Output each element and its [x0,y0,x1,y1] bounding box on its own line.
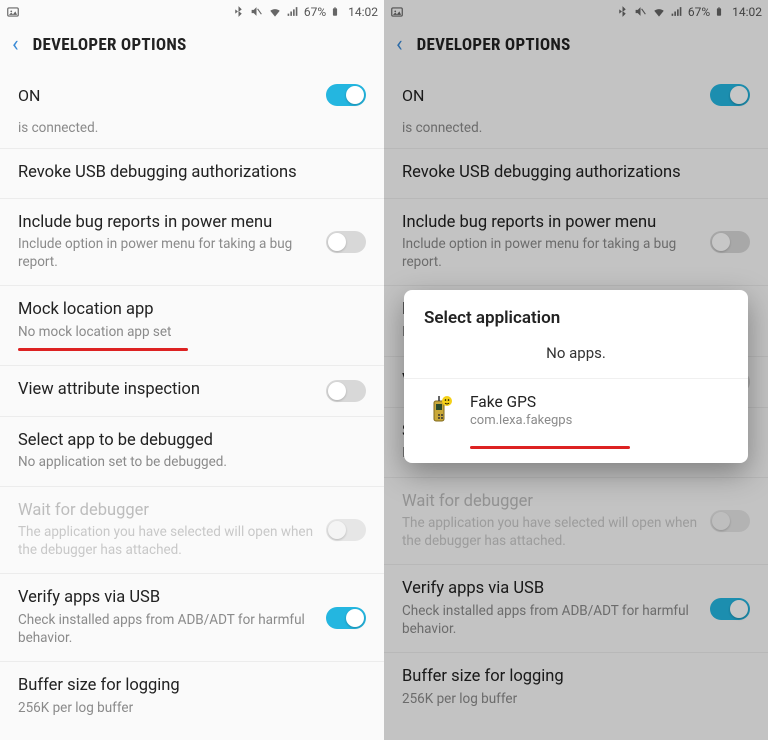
annotation-underline [18,348,188,351]
toggle-verify-usb[interactable] [326,607,366,629]
toggle-wait-debugger [326,519,366,541]
wifi-icon [268,5,282,19]
settings-list: Revoke USB debugging authorizations Incl… [0,149,384,731]
status-bar: 67% 14:02 [0,0,384,24]
screenshot-right: 67% 14:02 ‹ DEVELOPER OPTIONS ON is conn… [384,0,768,740]
battery-percent: 67% [304,5,326,19]
toggle-bugreport[interactable] [326,231,366,253]
row-revoke-usb-auth[interactable]: Revoke USB debugging authorizations [0,149,384,199]
master-toggle-label: ON [18,86,40,105]
dialog-app-name: Fake GPS [470,393,728,411]
annotation-underline [470,446,630,449]
row-bugreport-powermenu[interactable]: Include bug reports in power menu Includ… [0,199,384,287]
title-bar: ‹ DEVELOPER OPTIONS [0,24,384,66]
master-toggle[interactable] [326,84,366,106]
row-verify-apps-usb[interactable]: Verify apps via USB Check installed apps… [0,574,384,662]
row-select-debug-app[interactable]: Select app to be debugged No application… [0,417,384,487]
image-icon [6,5,20,19]
row-mock-location-app[interactable]: Mock location app No mock location app s… [0,286,384,365]
select-application-dialog: Select application No apps. Fake GPS com… [404,290,748,463]
signal-icon [286,5,300,19]
row-buffer-size[interactable]: Buffer size for logging 256K per log buf… [0,662,384,731]
clock-time: 14:02 [348,5,378,19]
dialog-no-apps: No apps. [404,332,748,378]
battery-icon [330,5,344,19]
back-icon[interactable]: ‹ [12,34,19,56]
dialog-app-package: com.lexa.fakegps [470,413,728,428]
mute-icon [250,5,264,19]
row-wait-for-debugger: Wait for debugger The application you ha… [0,487,384,575]
truncated-subtitle: is connected. [0,120,384,149]
row-view-attribute-inspection[interactable]: View attribute inspection [0,366,384,417]
bluetooth-icon [232,5,246,19]
app-icon-fakegps [424,395,456,427]
page-title: DEVELOPER OPTIONS [33,35,187,55]
master-toggle-row[interactable]: ON [0,66,384,120]
dialog-title: Select application [404,290,748,332]
dialog-app-item[interactable]: Fake GPS com.lexa.fakegps [404,378,748,442]
screenshot-left: 67% 14:02 ‹ DEVELOPER OPTIONS ON is conn… [0,0,384,740]
toggle-attribute-inspection[interactable] [326,380,366,402]
